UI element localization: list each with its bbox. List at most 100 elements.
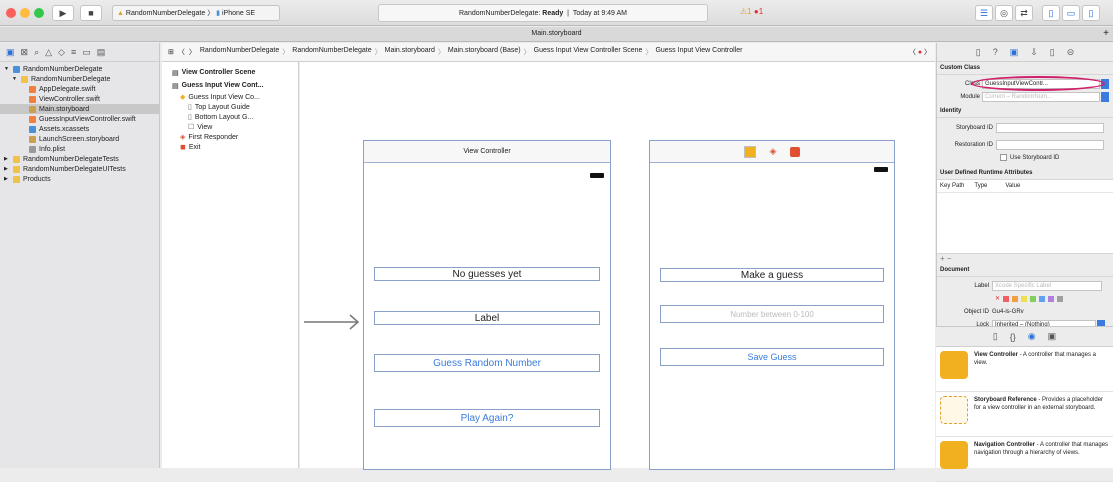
add-remove-attr[interactable]: + −: [937, 254, 1113, 264]
play-again-button[interactable]: Play Again?: [374, 409, 600, 427]
red-swatch[interactable]: [1003, 295, 1010, 302]
source-control-icon[interactable]: ⊠: [21, 47, 29, 58]
scheme-selector[interactable]: ▲ RandomNumberDelegate 〉 ▮ iPhone SE: [112, 5, 280, 21]
zoom-window-button[interactable]: [34, 8, 44, 18]
find-icon[interactable]: ⌕: [34, 47, 39, 58]
purple-swatch[interactable]: [1048, 295, 1055, 302]
view-controller-icon[interactable]: [743, 145, 756, 158]
file-tree-item[interactable]: ViewController.swift: [0, 94, 159, 104]
disclosure-icon[interactable]: ▶: [4, 156, 10, 162]
module-field[interactable]: Current – RandomNum...: [982, 91, 1100, 102]
minimize-window-button[interactable]: [20, 8, 30, 18]
file-tree-item[interactable]: ▶ RandomNumberDelegateUITests: [0, 164, 159, 174]
restoration-id-field[interactable]: [996, 139, 1104, 150]
module-dropdown-icon[interactable]: [1101, 91, 1109, 102]
outline-item[interactable]: ▤ Guess Input View Cont...: [162, 79, 298, 92]
attributes-inspector-icon[interactable]: ⇩: [1030, 47, 1038, 58]
blue-swatch[interactable]: [1039, 295, 1046, 302]
save-guess-button[interactable]: Save Guess: [660, 348, 884, 366]
outline-item[interactable]: ▯ Bottom Layout G...: [162, 112, 298, 122]
test-icon[interactable]: ◇: [58, 47, 65, 58]
yellow-swatch[interactable]: [1021, 295, 1028, 302]
green-swatch[interactable]: [1030, 295, 1037, 302]
object-library-icon[interactable]: ◉: [1028, 331, 1036, 342]
outline-item[interactable]: ☐ View: [162, 122, 298, 132]
clear-color-icon[interactable]: ✕: [995, 295, 1000, 302]
doc-label-field[interactable]: Xcode Specific Label: [992, 280, 1102, 291]
debug-icon[interactable]: ≡: [71, 47, 76, 57]
exit-icon[interactable]: [790, 146, 801, 157]
outline-item[interactable]: ◆ Guess Input View Co...: [162, 92, 298, 102]
code-snippet-icon[interactable]: {}: [1010, 332, 1016, 342]
label-color-swatches[interactable]: ✕: [940, 292, 1110, 305]
storyboard-canvas[interactable]: View Controller No guesses yet Label Gue…: [300, 62, 935, 470]
outline-item[interactable]: ◈ First Responder: [162, 132, 298, 142]
guess-random-number-button[interactable]: Guess Random Number: [374, 354, 600, 372]
version-editor-button[interactable]: ⇄: [1015, 5, 1033, 21]
toggle-navigator-button[interactable]: ▯: [1042, 5, 1060, 21]
breadcrumb-item[interactable]: Guess Input View Controller Scene: [534, 47, 643, 57]
entry-point-arrow[interactable]: [300, 312, 364, 332]
identity-inspector-icon[interactable]: ▣: [1010, 47, 1019, 58]
disclosure-icon[interactable]: ▼: [12, 76, 18, 82]
toggle-debug-button[interactable]: ▭: [1062, 5, 1080, 21]
file-tree-item[interactable]: Info.plist: [0, 144, 159, 154]
file-tree-item[interactable]: ▼ RandomNumberDelegate: [0, 64, 159, 74]
scene-dock[interactable]: ◈: [650, 141, 894, 163]
editor-tab[interactable]: Main.storyboard +: [0, 27, 1113, 42]
disclosure-icon[interactable]: ▼: [4, 66, 10, 72]
file-tree-item[interactable]: Main.storyboard: [0, 104, 159, 114]
file-inspector-icon[interactable]: ▯: [976, 47, 981, 58]
view-controller-scene[interactable]: View Controller No guesses yet Label Gue…: [363, 140, 611, 470]
breakpoint-icon[interactable]: ▭: [82, 47, 91, 58]
make-a-guess-label[interactable]: Make a guess: [660, 268, 884, 282]
file-tree-item[interactable]: ▶ Products: [0, 174, 159, 184]
file-tree-item[interactable]: ▼ RandomNumberDelegate: [0, 74, 159, 84]
disclosure-icon[interactable]: ▶: [4, 166, 10, 172]
library-item[interactable]: Storyboard Reference - Provides a placeh…: [936, 392, 1113, 437]
folder-icon[interactable]: ▣: [6, 47, 15, 58]
issue-icon[interactable]: △: [45, 47, 52, 58]
file-template-icon[interactable]: ▯: [993, 331, 998, 342]
file-tree-item[interactable]: Assets.xcassets: [0, 124, 159, 134]
back-icon[interactable]: 〈: [178, 47, 185, 57]
toggle-inspector-button[interactable]: ▯: [1082, 5, 1100, 21]
stop-button[interactable]: ■: [80, 5, 102, 21]
orange-swatch[interactable]: [1012, 295, 1019, 302]
close-window-button[interactable]: [6, 8, 16, 18]
result-label[interactable]: Label: [374, 311, 600, 325]
disclosure-icon[interactable]: ▶: [4, 176, 10, 182]
related-items-icon[interactable]: ⊞: [168, 48, 174, 56]
scene-title-bar[interactable]: View Controller: [364, 141, 610, 163]
assistant-editor-button[interactable]: ◎: [995, 5, 1013, 21]
outline-item[interactable]: ▤ View Controller Scene: [162, 66, 298, 79]
guess-text-field[interactable]: Number between 0-100: [660, 305, 884, 323]
library-item[interactable]: Navigation Controller - A controller tha…: [936, 437, 1113, 482]
file-tree-item[interactable]: GuessInputViewController.swift: [0, 114, 159, 124]
file-tree-item[interactable]: AppDelegate.swift: [0, 84, 159, 94]
file-tree-item[interactable]: LaunchScreen.storyboard: [0, 134, 159, 144]
standard-editor-button[interactable]: ☰: [975, 5, 993, 21]
media-library-icon[interactable]: ▣: [1048, 331, 1057, 342]
connections-inspector-icon[interactable]: ⊝: [1067, 47, 1075, 58]
library-item[interactable]: View Controller - A controller that mana…: [936, 347, 1113, 392]
warning-badge[interactable]: ⚠1 ●1: [740, 7, 763, 16]
file-tree-item[interactable]: ▶ RandomNumberDelegateTests: [0, 154, 159, 164]
quick-help-icon[interactable]: ?: [993, 47, 998, 57]
breadcrumb-item[interactable]: RandomNumberDelegate: [200, 47, 279, 57]
outline-item[interactable]: ▯ Top Layout Guide: [162, 102, 298, 112]
storyboard-id-field[interactable]: [996, 122, 1104, 133]
breadcrumb-item[interactable]: Main.storyboard (Base): [448, 47, 521, 57]
breadcrumb-item[interactable]: Guess Input View Controller: [655, 47, 742, 57]
report-icon[interactable]: ▤: [97, 47, 106, 58]
add-tab-icon[interactable]: +: [1103, 27, 1109, 41]
breadcrumb-item[interactable]: Main.storyboard: [385, 47, 435, 57]
gray-swatch[interactable]: [1057, 295, 1064, 302]
outline-item[interactable]: ◼ Exit: [162, 142, 298, 152]
issue-nav-icon[interactable]: 〈 ● 〉: [909, 47, 931, 57]
guess-input-view-controller-scene[interactable]: ◈ Make a guess Number between 0-100 Save…: [649, 140, 895, 470]
no-guesses-label[interactable]: No guesses yet: [374, 267, 600, 281]
breadcrumb-item[interactable]: RandomNumberDelegate: [292, 47, 371, 57]
size-inspector-icon[interactable]: ▯: [1050, 47, 1055, 58]
run-button[interactable]: ▶: [52, 5, 74, 21]
